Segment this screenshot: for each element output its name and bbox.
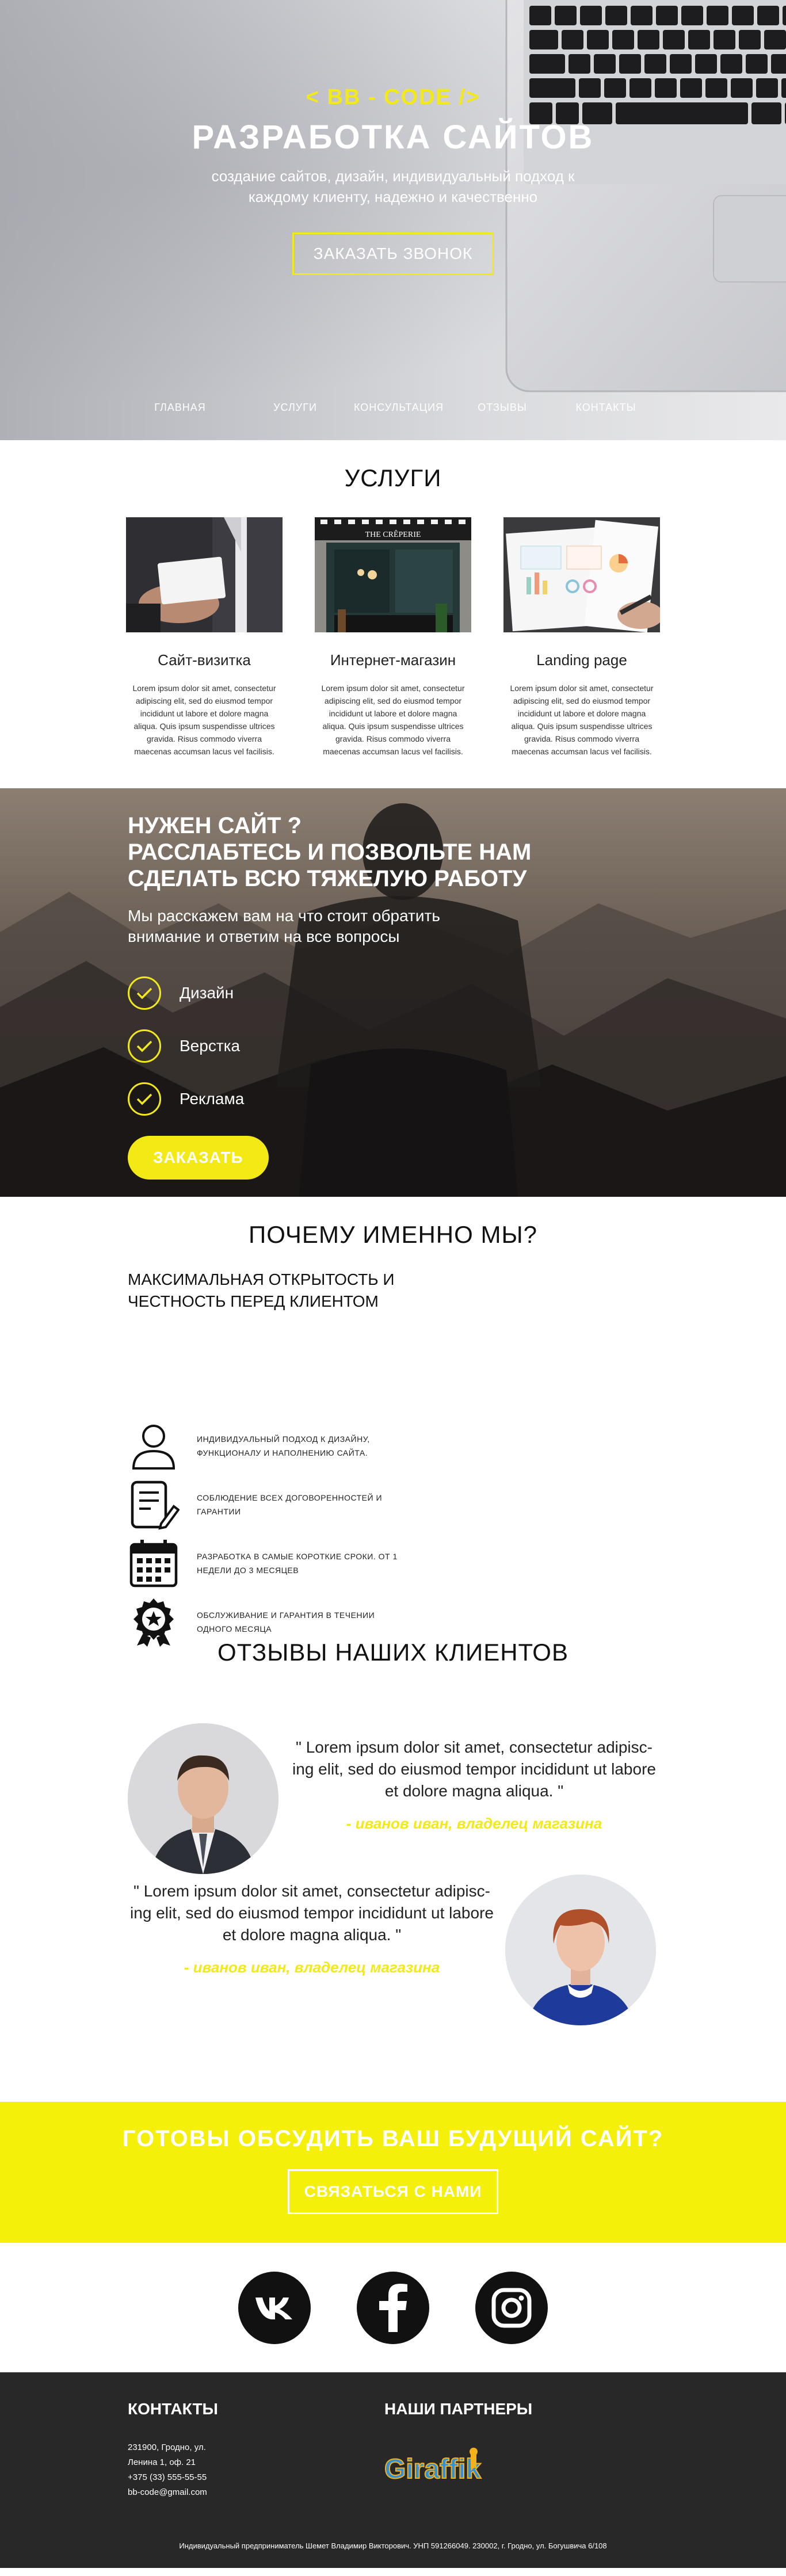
business-card-image bbox=[126, 517, 283, 632]
reviews-title: ОТЗЫВЫ НАШИХ КЛИЕНТОВ bbox=[218, 1639, 568, 1666]
check-icon bbox=[128, 976, 161, 1010]
instagram-icon[interactable] bbox=[475, 2271, 548, 2344]
checklist-label: Реклама bbox=[180, 1090, 245, 1108]
footer: КОНТАКТЫ НАШИ ПАРТНЕРЫ 231900, Гродно, у… bbox=[0, 2372, 786, 2568]
advantage-item: СОБЛЮДЕНИЕ ВСЕХ ДОГОВОРЕННОСТЕЙ И ГАРАНТ… bbox=[128, 1475, 404, 1534]
nav-item-home[interactable]: ГЛАВНАЯ bbox=[128, 402, 232, 414]
email-link[interactable]: bb-code@gmail.com bbox=[128, 2485, 207, 2500]
feature-checklist: Дизайн Верстка Реклама bbox=[128, 967, 565, 1125]
review-quote: " Lorem ipsum dolor sit amet, consectetu… bbox=[128, 1880, 496, 1978]
advantage-text: ИНДИВИДУАЛЬНЫЙ ПОДХОД К ДИЗАЙНУ, ФУНКЦИО… bbox=[197, 1434, 370, 1457]
landing-page-image bbox=[503, 517, 663, 633]
check-icon bbox=[128, 1082, 161, 1116]
services-title: УСЛУГИ bbox=[344, 464, 442, 491]
why-us-subtitle: МАКСИМАЛЬНАЯ ОТКРЫТОСТЬ И ЧЕСТНОСТЬ ПЕРЕ… bbox=[128, 1270, 395, 1310]
checklist-item: Реклама bbox=[128, 1073, 565, 1125]
address-line: 231900, Гродно, ул. bbox=[128, 2443, 206, 2452]
hero-title: РАЗРАБОТКА САЙТОВ bbox=[192, 119, 594, 156]
checklist-label: Верстка bbox=[180, 1037, 241, 1055]
contacts-title: КОНТАКТЫ bbox=[128, 2400, 218, 2418]
contact-cta-section: ГОТОВЫ ОБСУДИТЬ ВАШ БУДУЩИЙ САЙТ? СВЯЗАТ… bbox=[0, 2102, 786, 2243]
nav-item-reviews[interactable]: ОТЗЫВЫ bbox=[451, 402, 554, 414]
banner-heading-line: РАССЛАБТЕСЬ И ПОЗВОЛЬТЕ НАМ bbox=[128, 839, 532, 865]
advantage-item: ИНДИВИДУАЛЬНЫЙ ПОДХОД К ДИЗАЙНУ, ФУНКЦИО… bbox=[128, 1417, 404, 1475]
reviews-section: ОТЗЫВЫ НАШИХ КЛИЕНТОВ " Lorem ipsum dolo… bbox=[0, 1639, 786, 2102]
reviewer-avatar bbox=[505, 1875, 656, 2025]
banner-text: Мы расскажем вам на что стоит обратить в… bbox=[128, 907, 440, 945]
online-store-image: THE CRÊPERIE bbox=[315, 517, 471, 632]
partner-logo-giraffik[interactable]: Giraffik bbox=[384, 2447, 528, 2487]
advantages-list: ИНДИВИДУАЛЬНЫЙ ПОДХОД К ДИЗАЙНУ, ФУНКЦИО… bbox=[128, 1417, 404, 1651]
review-author: - иванов иван, владелец магазина bbox=[184, 1959, 440, 1976]
advantage-item: РАЗРАБОТКА В САМЫЕ КОРОТКИЕ СРОКИ. ОТ 1 … bbox=[128, 1534, 404, 1593]
brand-logo: < BB - CODE /> bbox=[306, 85, 480, 109]
advantage-text: СОБЛЮДЕНИЕ ВСЕХ ДОГОВОРЕННОСТЕЙ И ГАРАНТ… bbox=[197, 1493, 383, 1516]
order-button[interactable]: ЗАКАЗАТЬ bbox=[128, 1136, 269, 1180]
review-quote-text: " Lorem ipsum dolor sit amet, consectetu… bbox=[292, 1738, 656, 1800]
banner-heading-line: СДЕЛАТЬ ВСЮ ТЯЖЕЛУЮ РАБОТУ bbox=[128, 866, 527, 891]
facebook-icon[interactable] bbox=[357, 2271, 429, 2344]
main-nav: ГЛАВНАЯ УСЛУГИ КОНСУЛЬТАЦИЯ ОТЗЫВЫ КОНТА… bbox=[0, 402, 786, 414]
checklist-item: Дизайн bbox=[128, 967, 565, 1020]
legal-text: Индивидуальный предприниматель Шемет Вла… bbox=[179, 2541, 607, 2550]
review-quote-text: " Lorem ipsum dolor sit amet, consectetu… bbox=[130, 1882, 494, 1944]
service-cards: Сайт-визитка Lorem ipsum dolor sit amet,… bbox=[0, 517, 786, 758]
service-card-landing-page[interactable]: Landing page Lorem ipsum dolor sit amet,… bbox=[503, 517, 663, 758]
services-section: УСЛУГИ Сайт-визитка Lorem ipsum dolor si… bbox=[0, 440, 786, 788]
why-us-section: ПОЧЕМУ ИМЕННО МЫ? МАКСИМАЛЬНАЯ ОТКРЫТОСТ… bbox=[0, 1197, 786, 1647]
social-links bbox=[0, 2243, 786, 2372]
contact-us-button[interactable]: СВЯЗАТЬСЯ С НАМИ bbox=[287, 2169, 499, 2214]
promo-banner: НУЖЕН САЙТ ? РАССЛАБТЕСЬ И ПОЗВОЛЬТЕ НАМ… bbox=[0, 788, 786, 1197]
review-quote: " Lorem ipsum dolor sit amet, consectetu… bbox=[290, 1737, 658, 1834]
advantage-text: РАЗРАБОТКА В САМЫЕ КОРОТКИЕ СРОКИ. ОТ 1 … bbox=[197, 1552, 398, 1575]
check-icon bbox=[128, 1029, 161, 1063]
hero-section: < BB - CODE /> РАЗРАБОТКА САЙТОВ создани… bbox=[0, 0, 786, 440]
banner-heading-line: НУЖЕН САЙТ ? bbox=[128, 813, 302, 838]
partners-title: НАШИ ПАРТНЕРЫ bbox=[384, 2400, 533, 2418]
phone-link[interactable]: +375 (33) 555-55-55 bbox=[128, 2470, 207, 2485]
checklist-item: Верстка bbox=[128, 1020, 565, 1073]
service-card-online-store[interactable]: THE CRÊPERIE Интернет-магазин Lorem ipsu… bbox=[315, 517, 471, 758]
cta-title: ГОТОВЫ ОБСУДИТЬ ВАШ БУДУЩИЙ САЙТ? bbox=[122, 2126, 664, 2151]
user-icon bbox=[128, 1420, 180, 1472]
checklist-label: Дизайн bbox=[180, 984, 234, 1002]
banner-heading: НУЖЕН САЙТ ? РАССЛАБТЕСЬ И ПОЗВОЛЬТЕ НАМ… bbox=[128, 812, 565, 892]
service-card-text: Lorem ipsum dolor sit amet, consectetur … bbox=[510, 684, 654, 756]
nav-item-services[interactable]: УСЛУГИ bbox=[243, 402, 347, 414]
store-sign: THE CRÊPERIE bbox=[365, 529, 421, 539]
nav-item-consultation[interactable]: КОНСУЛЬТАЦИЯ bbox=[347, 402, 451, 414]
reviewer-avatar bbox=[128, 1723, 278, 1874]
hero-content: < BB - CODE /> РАЗРАБОТКА САЙТОВ создани… bbox=[0, 85, 786, 275]
order-call-button[interactable]: ЗАКАЗАТЬ ЗВОНОК bbox=[292, 232, 494, 275]
contacts-block: 231900, Гродно, ул. Ленина 1, оф. 21 +37… bbox=[128, 2440, 207, 2500]
service-card-title: Landing page bbox=[536, 651, 627, 669]
vk-icon[interactable] bbox=[238, 2271, 311, 2344]
service-card-title: Интернет-магазин bbox=[330, 651, 456, 669]
nav-item-contacts[interactable]: КОНТАКТЫ bbox=[554, 402, 658, 414]
service-card-business-card[interactable]: Сайт-визитка Lorem ipsum dolor sit amet,… bbox=[126, 517, 283, 758]
partner-logo-text: Giraffik bbox=[384, 2454, 481, 2485]
advantage-text: ОБСЛУЖИВАНИЕ И ГАРАНТИЯ В ТЕЧЕНИИ ОДНОГО… bbox=[197, 1611, 375, 1634]
service-card-title: Сайт-визитка bbox=[158, 651, 251, 669]
contract-icon bbox=[128, 1479, 180, 1531]
calendar-icon bbox=[128, 1537, 180, 1589]
hero-subtitle: создание сайтов, дизайн, индивидуальный … bbox=[211, 167, 575, 205]
service-card-text: Lorem ipsum dolor sit amet, consectetur … bbox=[132, 684, 276, 756]
why-us-title: ПОЧЕМУ ИМЕННО МЫ? bbox=[249, 1221, 537, 1248]
banner-content: НУЖЕН САЙТ ? РАССЛАБТЕСЬ И ПОЗВОЛЬТЕ НАМ… bbox=[128, 812, 565, 1180]
service-card-text: Lorem ipsum dolor sit amet, consectetur … bbox=[321, 684, 465, 756]
review-author: - иванов иван, владелец магазина bbox=[346, 1815, 602, 1832]
address-line: Ленина 1, оф. 21 bbox=[128, 2457, 196, 2467]
